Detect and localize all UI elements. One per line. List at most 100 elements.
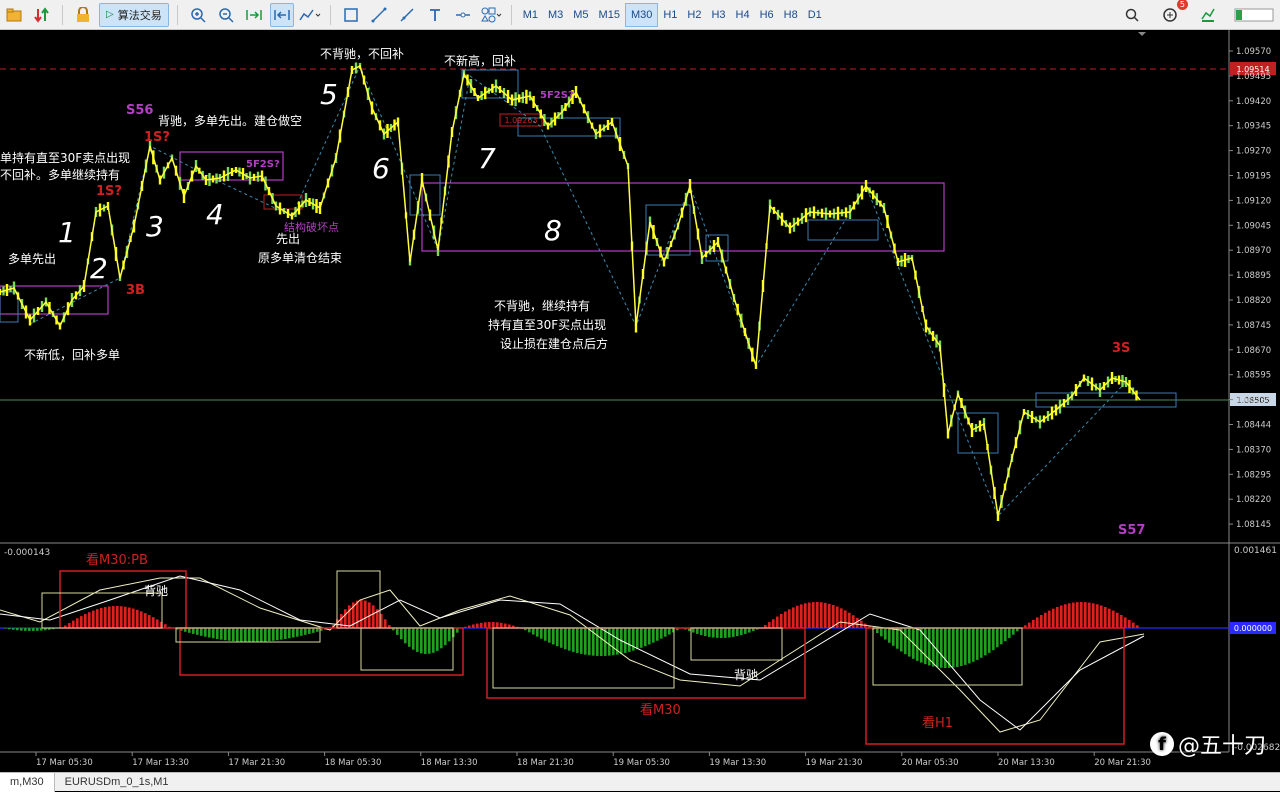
chart-area[interactable]: 1.09514 1.08505 1.09570 1.09495 1.09420 1.0… — [0, 30, 1280, 772]
time-axis-label: 17 Mar 21:30 — [228, 758, 285, 768]
histogram-bar — [196, 628, 199, 635]
histogram-bar — [564, 628, 567, 650]
notifications-icon[interactable]: 5 — [1158, 0, 1188, 27]
histogram-bar — [696, 628, 699, 634]
histogram-bar — [88, 612, 91, 628]
histogram-bar — [416, 628, 419, 652]
histogram-bar — [636, 628, 639, 650]
histogram-bar — [820, 602, 823, 628]
timeframe-d1[interactable]: D1 — [803, 3, 827, 27]
histogram-bar — [280, 628, 283, 640]
price-axis-label: 1.09120 — [1236, 196, 1271, 206]
histogram-bar — [952, 628, 955, 668]
price-axis-label: 1.08370 — [1236, 445, 1271, 455]
zoom-in-icon[interactable] — [186, 3, 210, 27]
timeframe-h3[interactable]: H3 — [706, 3, 730, 27]
histogram-bar — [640, 628, 643, 648]
timeframe-h1[interactable]: H1 — [658, 3, 682, 27]
horizontal-line-icon[interactable] — [451, 3, 475, 27]
lock-icon[interactable] — [71, 3, 95, 27]
histogram-bar — [540, 628, 543, 639]
histogram-bar — [232, 628, 235, 642]
histogram-bar — [260, 628, 263, 642]
wave-number-8: 8 — [544, 214, 562, 247]
chart-tab-2[interactable]: EURUSDm_0_1s,M1 — [55, 773, 179, 792]
tile-windows-icon[interactable] — [242, 3, 266, 27]
histogram-bar — [284, 628, 287, 639]
separator — [510, 4, 512, 25]
histogram-bar — [132, 608, 135, 628]
price-axis-label: 1.08220 — [1236, 495, 1271, 505]
histogram-bar — [404, 628, 407, 644]
histogram-bar — [152, 617, 155, 628]
trendline-tool-icon[interactable] — [367, 3, 391, 27]
histogram-bar — [768, 622, 771, 628]
histogram-bar — [372, 605, 375, 628]
histogram-bar — [4, 628, 7, 629]
ray-tool-icon[interactable] — [395, 3, 419, 27]
histogram-bar — [92, 610, 95, 628]
shapes-tool-icon[interactable] — [479, 3, 503, 27]
histogram-bar — [212, 628, 215, 639]
histogram-bar — [780, 613, 783, 628]
timeframe-m1[interactable]: M1 — [518, 3, 543, 27]
small-price-label: 1.09263 — [504, 116, 537, 125]
histogram-bar — [840, 608, 843, 628]
price-axis-label: 1.08595 — [1236, 371, 1271, 381]
trade-arrows-icon[interactable] — [30, 3, 54, 27]
histogram-bar — [832, 605, 835, 628]
s57-label: S57 — [1118, 523, 1145, 538]
3s-label: 3S — [1112, 341, 1130, 356]
histogram-bar — [268, 628, 271, 642]
histogram-bar — [1112, 610, 1115, 628]
ind-m30-label: 看M30 — [640, 702, 681, 718]
chart-tab-1[interactable]: m,M30 — [0, 772, 55, 792]
histogram-bar — [264, 628, 267, 642]
algo-trading-label: 算法交易 — [117, 8, 162, 22]
timeframe-h6[interactable]: H6 — [755, 3, 779, 27]
histogram-bar — [844, 610, 847, 628]
ind-h1-label: 看H1 — [922, 715, 953, 731]
histogram-bar — [1092, 603, 1095, 628]
histogram-bar — [136, 609, 139, 628]
text-tool-icon[interactable] — [423, 3, 447, 27]
zoom-out-icon[interactable] — [214, 3, 238, 27]
histogram-bar — [880, 628, 883, 637]
histogram-bar — [588, 628, 591, 656]
search-icon[interactable] — [1120, 3, 1144, 27]
timeframe-bar: M1 M3 M5 M15 M30 H1 H2 H3 H4 H6 H8 D1 — [518, 2, 827, 27]
histogram-bar — [644, 628, 647, 647]
chart-shift-icon[interactable] — [269, 2, 294, 27]
timeframe-m3[interactable]: M3 — [543, 3, 568, 27]
timeframe-h2[interactable]: H2 — [682, 3, 706, 27]
price-axis-label: 1.09045 — [1236, 221, 1271, 231]
histogram-bar — [108, 606, 111, 628]
histogram-bar — [796, 605, 799, 628]
histogram-bar — [904, 628, 907, 655]
connection-status-icon[interactable] — [1234, 3, 1274, 27]
histogram-bar — [216, 628, 219, 639]
histogram-bar — [1052, 608, 1055, 628]
right-tools: 5 — [1118, 0, 1276, 27]
timeframe-h8[interactable]: H8 — [779, 3, 803, 27]
histogram-bar — [1012, 628, 1015, 635]
timeframe-m15[interactable]: M15 — [594, 3, 625, 27]
histogram-bar — [964, 628, 967, 665]
timeframe-m5[interactable]: M5 — [568, 3, 593, 27]
new-chart-icon[interactable] — [2, 3, 26, 27]
time-axis-label: 20 Mar 05:30 — [902, 758, 959, 768]
histogram-bar — [1004, 628, 1007, 642]
histogram-bar — [824, 602, 827, 628]
histogram-bar — [1000, 628, 1003, 645]
timeframe-m30[interactable]: M30 — [624, 2, 659, 27]
chart-tabs: m,M30 EURUSDm_0_1s,M1 — [0, 772, 1280, 792]
signal-icon[interactable] — [1196, 3, 1220, 27]
histogram-bar — [1096, 604, 1099, 628]
histogram-bar — [560, 628, 563, 648]
algo-trading-button[interactable]: ▷ 算法交易 — [99, 2, 169, 27]
rectangle-tool-icon[interactable] — [339, 3, 363, 27]
price-axis-label: 1.08145 — [1236, 520, 1271, 530]
indicators-icon[interactable] — [298, 3, 322, 27]
histogram-bar — [8, 628, 11, 630]
timeframe-h4[interactable]: H4 — [731, 3, 755, 27]
